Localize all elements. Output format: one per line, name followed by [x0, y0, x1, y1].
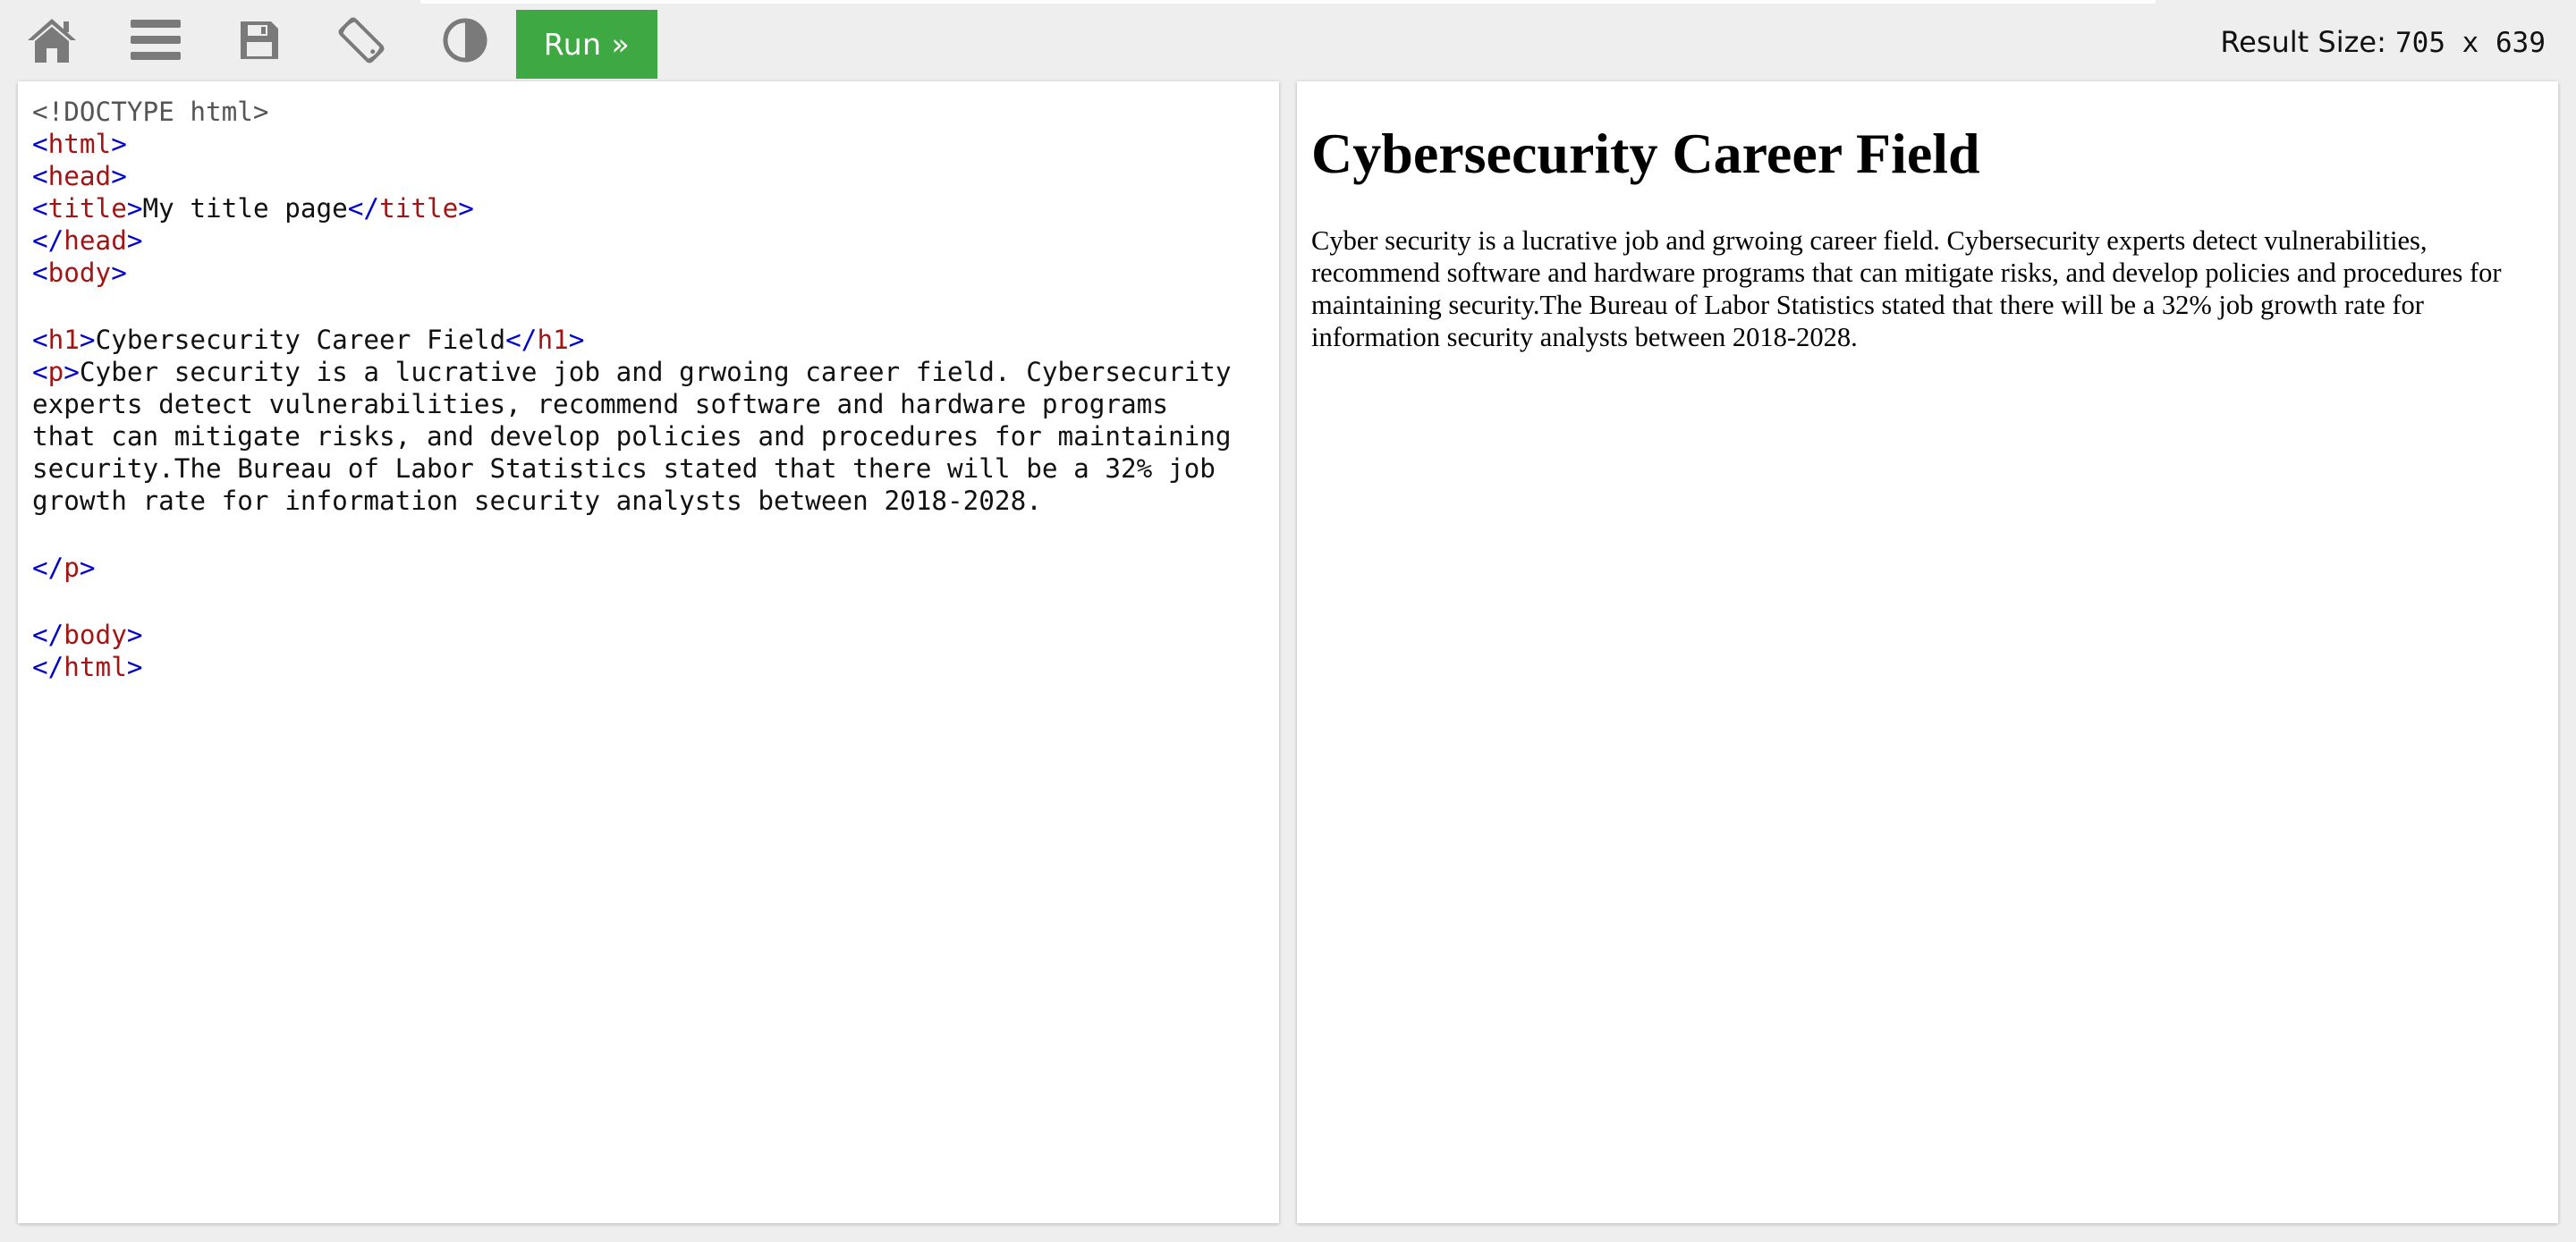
- menu-icon[interactable]: [128, 13, 183, 68]
- p-text-line: experts detect vulnerabilities, recommen…: [32, 389, 1168, 419]
- code-line: <body>: [32, 258, 127, 288]
- p-text-line: security.The Bureau of Labor Statistics …: [32, 453, 1216, 484]
- tag-name: head: [64, 225, 127, 256]
- code-line: growth rate for information security ana…: [32, 485, 1232, 517]
- code-line: <h1>Cybersecurity Career Field</h1>: [32, 325, 585, 355]
- save-icon[interactable]: [232, 13, 287, 68]
- code-line: <p>Cyber security is a lucrative job and…: [32, 357, 1232, 387]
- code-line: <!DOCTYPE html>: [32, 96, 1232, 128]
- code-line: <html>: [32, 129, 127, 159]
- result-heading: Cybersecurity Career Field: [1311, 122, 1980, 185]
- result-paragraph: Cyber security is a lucrative job and gr…: [1311, 225, 2502, 352]
- title-text: My title page: [142, 193, 348, 224]
- tag-name: html: [64, 652, 127, 682]
- p-text-line: that can mitigate risks, and develop pol…: [32, 421, 1232, 452]
- tag-name: h1: [537, 325, 569, 355]
- code-line: </html>: [32, 652, 143, 682]
- rotate-icon[interactable]: [334, 13, 389, 68]
- result-frame[interactable]: Cybersecurity Career Field Cyber securit…: [1297, 81, 2558, 1223]
- tag-name: p: [47, 357, 64, 387]
- result-size-value: 705 x 639: [2395, 27, 2546, 59]
- code-line: security.The Bureau of Labor Statistics …: [32, 452, 1232, 485]
- tag-name: p: [64, 553, 80, 583]
- tag-name: head: [47, 161, 112, 191]
- tag-name: body: [47, 258, 112, 288]
- home-icon[interactable]: [24, 13, 80, 68]
- contrast-icon[interactable]: [437, 13, 493, 68]
- result-size-label: Result Size:: [2220, 25, 2386, 59]
- toolbar: Run » Result Size: 705 x 639: [0, 0, 2576, 80]
- h1-text: Cybersecurity Career Field: [95, 325, 506, 355]
- tag-name: title: [47, 193, 127, 224]
- code-line: </body>: [32, 620, 143, 650]
- code-line: </p>: [32, 553, 96, 583]
- result-size-readout: Result Size: 705 x 639: [2220, 25, 2546, 59]
- run-button[interactable]: Run »: [516, 10, 657, 79]
- code-editor[interactable]: <!DOCTYPE html> <html> <head> <title>My tit…: [18, 81, 1279, 1223]
- code-line: </head>: [32, 225, 143, 256]
- code-text[interactable]: <!DOCTYPE html> <html> <head> <title>My tit…: [32, 96, 1232, 683]
- code-line: experts detect vulnerabilities, recommen…: [32, 388, 1232, 420]
- doctype-text: <!DOCTYPE html>: [32, 97, 269, 127]
- tag-name: h1: [47, 325, 80, 355]
- code-line: <head>: [32, 161, 127, 191]
- code-line: that can mitigate risks, and develop pol…: [32, 420, 1232, 452]
- tag-name: title: [379, 193, 459, 224]
- tag-name: body: [64, 620, 127, 650]
- top-strip: [420, 0, 2156, 4]
- p-text-line: Cyber security is a lucrative job and gr…: [79, 357, 1232, 387]
- tag-name: html: [47, 129, 112, 159]
- code-line: <title>My title page</title>: [32, 193, 474, 224]
- p-text-line: growth rate for information security ana…: [32, 486, 1042, 516]
